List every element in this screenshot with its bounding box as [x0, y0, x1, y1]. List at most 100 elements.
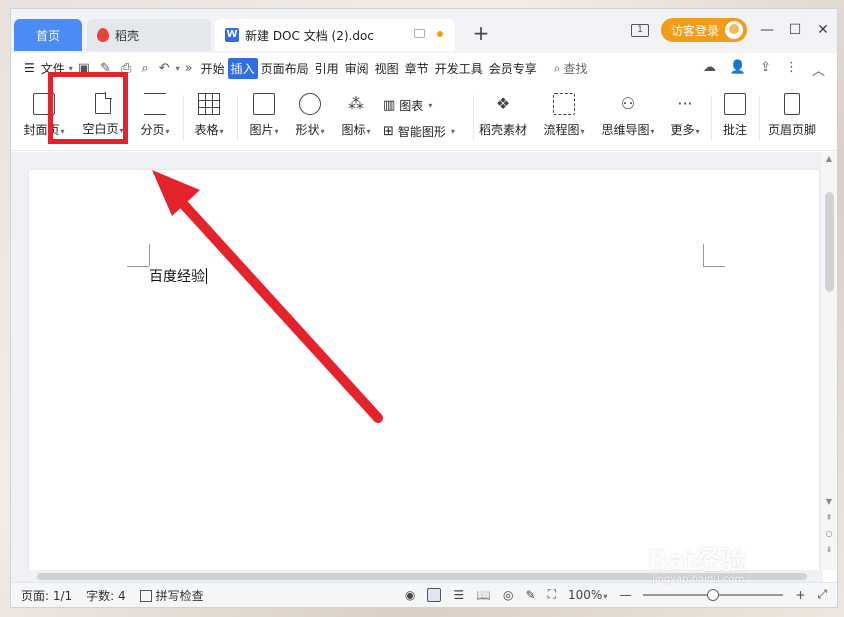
tab-docer[interactable]: 稻壳 [87, 19, 211, 51]
spellcheck-label: 拼写检查 [155, 589, 204, 603]
page-break-icon [144, 93, 166, 115]
picture-label: 图片 [249, 123, 274, 137]
visitor-login-label: 访客登录 [670, 23, 719, 38]
search-icon: ⌕ [553, 60, 561, 75]
minimize-button[interactable]: — [759, 22, 775, 38]
table-icon [198, 93, 220, 115]
zoom-out-button[interactable]: — [619, 588, 631, 602]
document-page[interactable]: 百度经验 [29, 170, 819, 570]
zoom-slider-knob[interactable] [707, 588, 720, 601]
margin-mark [149, 244, 150, 266]
cloud-sync-icon[interactable]: ☁ [703, 60, 716, 79]
print-preview-icon[interactable]: ⌕ [136, 61, 153, 76]
flowchart-icon [553, 93, 575, 115]
scroll-up-icon[interactable]: ▲ [824, 154, 834, 163]
wps-writer-icon: W [225, 28, 239, 42]
visitor-login-button[interactable]: 访客登录 [660, 18, 747, 42]
ribbon-divider [711, 95, 712, 141]
collapse-ribbon-icon[interactable]: ︿ [812, 60, 825, 79]
menu-start[interactable]: 开始 [198, 60, 228, 77]
margin-mark [703, 244, 704, 266]
picture-button[interactable]: 图片▾ [245, 93, 283, 145]
menu-right-tools: ☁ 👤 ⇪ ⋮ ︿ [703, 60, 825, 79]
page-count[interactable]: 页面: 1/1 [21, 587, 72, 604]
tab-bar: 首页 稻壳 W 新建 DOC 文档 (2).doc + 1 访客登录 — ☐ ✕ [11, 9, 837, 53]
reading-view-icon[interactable]: 📖 [476, 588, 491, 602]
status-bar: 页面: 1/1 字数: 4 拼写检查 ◉ ☰ 📖 ◎ ✎ ⛶ 100%▾ — +… [11, 582, 837, 607]
ribbon-insert: 封面页▾ 空白页▾ 分页▾ 表格▾ 图片▾ 形状▾ ⁂ 图标▾ ▥ 图表 ▾ ⊞… [11, 85, 837, 151]
comment-icon [724, 93, 746, 115]
tab-document-label: 新建 DOC 文档 (2).doc [245, 28, 374, 43]
share-icon[interactable]: ⇪ [760, 60, 771, 79]
picture-icon [253, 93, 275, 115]
menu-insert[interactable]: 插入 [227, 57, 258, 79]
mindmap-button[interactable]: ⚇ 思维导图▾ [597, 93, 659, 145]
outline-view-icon[interactable]: ☰ [453, 588, 464, 602]
icon-library-icon: ⁂ [348, 94, 364, 113]
zoom-slider[interactable] [643, 588, 784, 601]
close-button[interactable]: ✕ [815, 22, 831, 38]
menu-review[interactable]: 审阅 [342, 60, 372, 77]
menu-developer[interactable]: 开发工具 [432, 60, 486, 77]
word-count[interactable]: 字数: 4 [86, 587, 126, 604]
menu-chapter[interactable]: 章节 [402, 60, 432, 77]
more-button[interactable]: ··· 更多▾ [665, 93, 705, 145]
smart-art-button[interactable]: ⊞ 智能图形 ▾ [383, 123, 455, 140]
book-icon[interactable]: 1 [630, 23, 649, 37]
new-tab-button[interactable]: + [469, 21, 493, 45]
page-break-button[interactable]: 分页▾ [135, 93, 175, 145]
tab-home-label: 首页 [35, 28, 60, 43]
search-label: 查找 [563, 61, 588, 76]
baidu-watermark: Bai经验 [648, 546, 747, 576]
comment-label: 批注 [722, 123, 747, 137]
zoom-level[interactable]: 100%▾ [568, 588, 607, 602]
menu-view[interactable]: 视图 [372, 60, 402, 77]
search-button[interactable]: ⌕ 查找 [554, 60, 588, 77]
chart-label: 图表 [399, 99, 424, 113]
zoom-in-button[interactable]: + [795, 588, 805, 602]
web-view-icon[interactable]: ◎ [503, 588, 513, 602]
share-user-icon[interactable]: 👤 [730, 60, 746, 79]
eye-protection-icon[interactable]: ◉ [405, 588, 415, 602]
table-button[interactable]: 表格▾ [191, 93, 227, 145]
more-quick-tools[interactable]: » [180, 61, 198, 76]
maximize-button[interactable]: ☐ [787, 22, 803, 38]
text-cursor [206, 268, 207, 284]
page-view-icon[interactable] [427, 587, 442, 602]
scroll-down-icon[interactable]: ▼ [824, 497, 834, 506]
undo-icon[interactable]: ↶ [154, 61, 175, 76]
ribbon-divider [759, 95, 760, 141]
pen-icon[interactable]: ✎ [526, 588, 536, 602]
prev-page-icon[interactable]: ⇞ [824, 513, 834, 522]
next-page-icon[interactable]: ⇟ [824, 545, 834, 554]
document-text[interactable]: 百度经验 [149, 266, 207, 286]
spellcheck-toggle[interactable]: 拼写检查 [139, 587, 204, 604]
docer-material-button[interactable]: ❖ 稻壳素材 [477, 93, 529, 145]
fullscreen-icon[interactable]: ⤢ [817, 587, 827, 602]
menu-member[interactable]: 会员专享 [486, 60, 540, 77]
tab-home[interactable]: 首页 [14, 19, 82, 51]
vertical-scrollbar[interactable]: ▲ ▼ ⇞ ○ ⇟ [821, 152, 837, 570]
hamburger-icon[interactable]: ☰ [21, 61, 38, 75]
flowchart-button[interactable]: 流程图▾ [539, 93, 589, 145]
select-browse-icon[interactable]: ○ [824, 529, 834, 538]
menu-page-layout[interactable]: 页面布局 [258, 60, 312, 77]
more-options-icon[interactable]: ⋮ [785, 60, 798, 79]
comment-button[interactable]: 批注 [715, 93, 755, 145]
scroll-thumb[interactable] [825, 192, 834, 292]
monitor-icon[interactable] [414, 29, 425, 38]
header-footer-button[interactable]: 页眉页脚 [763, 93, 821, 145]
menu-bar: ☰ 文件 ▾ ▣ ✎ ⎙ ⌕ ↶ ▾ » 开始 插入 页面布局 引用 审阅 视图… [11, 53, 837, 83]
window-controls: 1 访客登录 — ☐ ✕ [630, 17, 831, 43]
ribbon-divider [183, 95, 184, 141]
mindmap-label: 思维导图 [601, 123, 650, 137]
menu-references[interactable]: 引用 [312, 60, 342, 77]
zoom-value: 100% [568, 587, 603, 602]
chart-button[interactable]: ▥ 图表 ▾ [383, 97, 432, 114]
icon-library-button[interactable]: ⁂ 图标▾ [337, 93, 375, 145]
avatar [725, 21, 743, 39]
fit-page-icon[interactable]: ⛶ [548, 587, 556, 602]
unsaved-dot-icon [437, 31, 443, 37]
tab-document[interactable]: W 新建 DOC 文档 (2).doc [215, 19, 455, 51]
shape-button[interactable]: 形状▾ [291, 93, 329, 145]
